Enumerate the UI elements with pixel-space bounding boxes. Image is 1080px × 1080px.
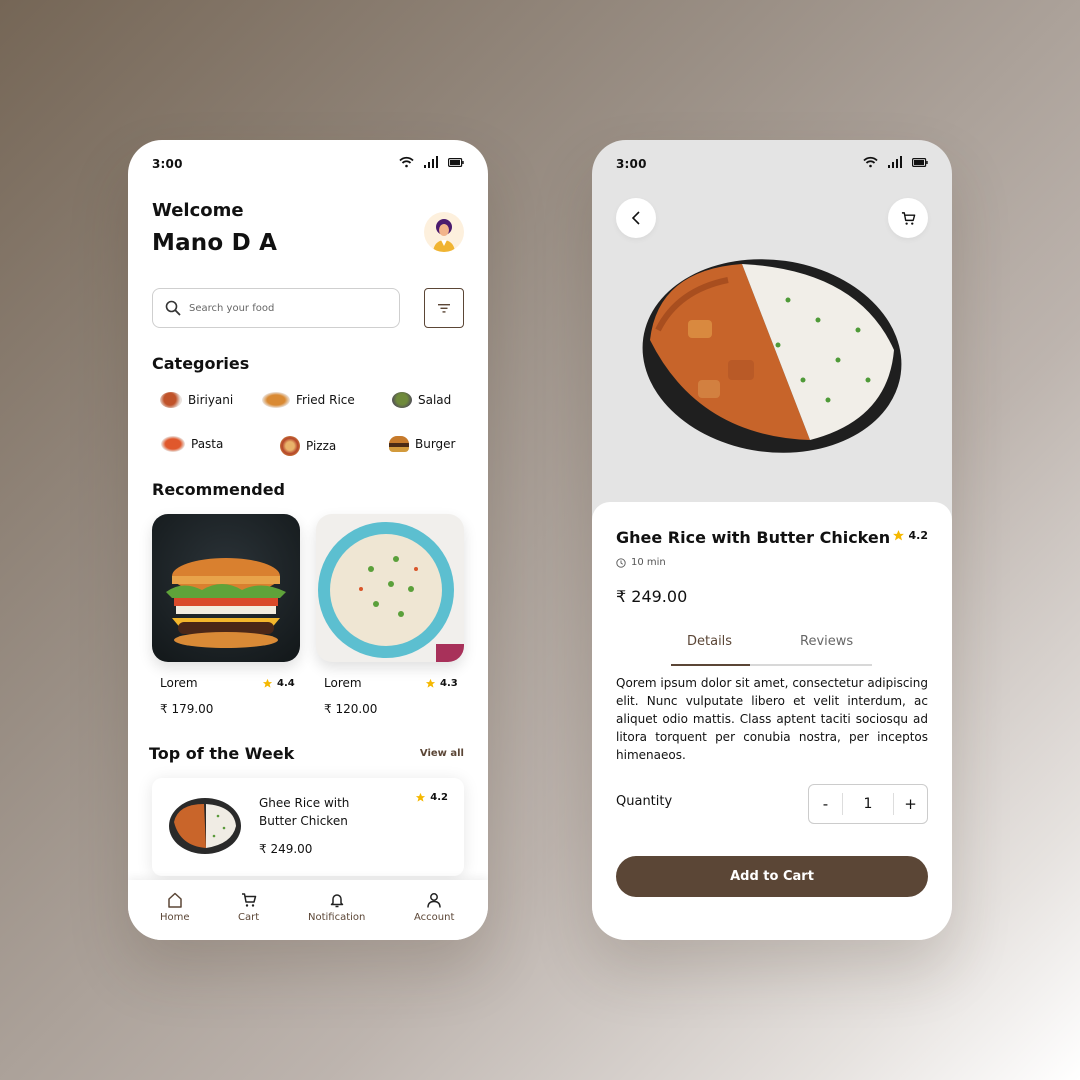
bell-icon: [330, 894, 343, 908]
quantity-stepper: - 1 +: [808, 784, 928, 824]
nav-notification[interactable]: Notification: [308, 892, 365, 923]
category-pizza[interactable]: Pizza: [280, 436, 336, 456]
search-bar[interactable]: [152, 288, 400, 328]
signal-icon: [888, 156, 902, 168]
filter-button[interactable]: [424, 288, 464, 328]
cart-icon: [241, 893, 256, 907]
category-fried-rice[interactable]: Fried Rice: [262, 392, 355, 408]
user-name: Mano D A: [152, 230, 278, 256]
recommended-price: ₹ 179.00: [160, 702, 214, 716]
welcome-text: Welcome: [152, 200, 244, 221]
top-week-card[interactable]: Ghee Rice with Butter Chicken ₹ 249.00 4…: [152, 778, 464, 876]
category-biriyani[interactable]: Biriyani: [160, 392, 233, 408]
detail-sheet: Ghee Rice with Butter Chicken 4.2 10 min…: [592, 502, 952, 940]
status-time: 3:00: [152, 157, 183, 171]
nav-home[interactable]: Home: [160, 892, 190, 923]
tab-active-indicator: [671, 664, 750, 666]
item-description: Qorem ipsum dolor sit amet, consectetur …: [616, 676, 928, 762]
status-bar: 3:00: [592, 140, 952, 190]
top-week-item-name: Ghee Rice with Butter Chicken: [259, 796, 350, 828]
clock-icon: [616, 557, 626, 568]
recommended-title: Recommended: [152, 480, 285, 499]
cart-icon: [901, 211, 915, 225]
fried-rice-photo: [318, 522, 464, 662]
item-rating: 4.2: [892, 529, 928, 542]
battery-icon: [448, 157, 464, 167]
recommended-name: Lorem: [324, 676, 362, 690]
home-icon: [168, 892, 182, 908]
avatar-illustration: [433, 219, 455, 252]
nav-account[interactable]: Account: [414, 892, 454, 923]
prep-time: 10 min: [616, 557, 666, 568]
burger-photo: [166, 558, 286, 648]
recommended-price: ₹ 120.00: [324, 702, 378, 716]
battery-icon: [912, 157, 928, 167]
avatar[interactable]: [424, 212, 464, 252]
fried-rice-icon: [262, 392, 290, 408]
burger-icon: [389, 436, 409, 452]
search-input[interactable]: [189, 302, 379, 314]
wifi-icon: [863, 156, 878, 168]
tab-details[interactable]: Details: [687, 634, 732, 649]
star-icon: [262, 678, 273, 688]
view-all-link[interactable]: View all: [420, 748, 464, 759]
quantity-label: Quantity: [616, 794, 673, 809]
cart-button[interactable]: [888, 198, 928, 238]
recommended-rating: 4.4: [262, 678, 295, 689]
item-title: Ghee Rice with Butter Chicken: [616, 528, 891, 547]
back-button[interactable]: [616, 198, 656, 238]
bottom-nav: Home Cart Notification Account: [128, 880, 488, 940]
add-to-cart-button[interactable]: Add to Cart: [616, 856, 928, 897]
category-burger[interactable]: Burger: [389, 436, 456, 452]
detail-screen: 3:00 Ghee Rice with Butter Chicken 4.2 1…: [592, 140, 952, 940]
star-icon: [892, 530, 904, 541]
biriyani-icon: [160, 392, 182, 408]
top-week-item-rating: 4.2: [415, 792, 448, 803]
recommended-name: Lorem: [160, 676, 198, 690]
status-time: 3:00: [616, 157, 647, 171]
salad-icon: [392, 392, 412, 408]
nav-cart[interactable]: Cart: [238, 892, 259, 923]
filter-icon: [438, 303, 450, 313]
search-icon: [165, 300, 181, 316]
ghee-rice-butter-chicken-thumb: [169, 798, 241, 854]
hero-food-image: [642, 259, 902, 453]
decrement-button[interactable]: -: [809, 795, 842, 813]
item-price: ₹ 249.00: [616, 587, 688, 606]
star-icon: [416, 792, 426, 802]
tab-reviews[interactable]: Reviews: [800, 634, 853, 649]
star-icon: [425, 678, 436, 688]
chevron-left-icon: [631, 211, 640, 225]
wifi-icon: [399, 156, 414, 168]
signal-icon: [424, 156, 438, 168]
home-screen: 3:00 Welcome Mano D A Categories Biriyan…: [128, 140, 488, 940]
recommended-card-image[interactable]: [152, 514, 300, 662]
recommended-rating: 4.3: [425, 678, 458, 689]
recommended-card-image[interactable]: [316, 514, 464, 662]
top-week-title: Top of the Week: [149, 744, 295, 763]
category-pasta[interactable]: Pasta: [161, 436, 223, 452]
categories-title: Categories: [152, 354, 250, 373]
user-icon: [427, 893, 441, 908]
quantity-value[interactable]: 1: [842, 793, 894, 815]
category-salad[interactable]: Salad: [392, 392, 451, 408]
top-week-item-price: ₹ 249.00: [259, 842, 313, 856]
status-bar: 3:00: [128, 140, 488, 190]
pizza-icon: [280, 436, 300, 456]
pasta-icon: [161, 436, 185, 452]
increment-button[interactable]: +: [894, 795, 927, 813]
